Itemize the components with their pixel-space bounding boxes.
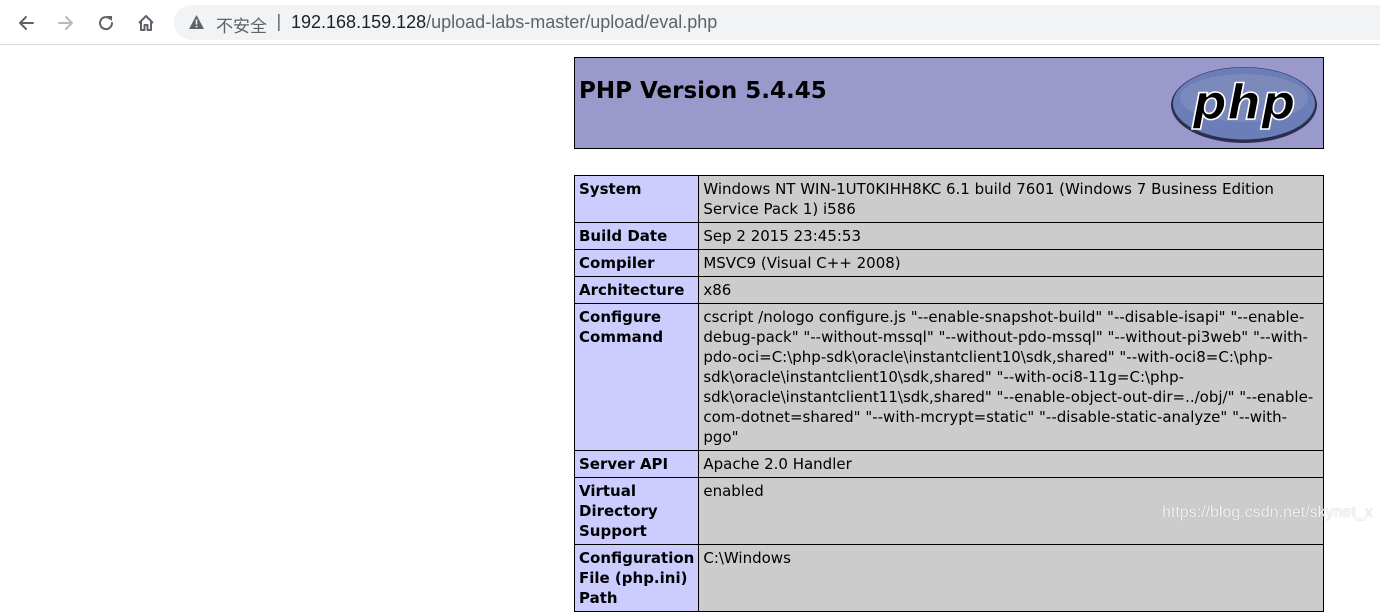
security-status-label[interactable]: 不安全: [216, 12, 267, 37]
url-host: 192.168.159.128: [291, 12, 427, 32]
home-icon: [138, 15, 154, 31]
row-value: C:\Windows: [698, 544, 1324, 612]
table-row: Compiler MSVC9 (Visual C++ 2008): [573, 249, 1324, 277]
row-key: Virtual Directory Support: [573, 477, 700, 545]
row-key: Build Date: [573, 222, 700, 250]
reload-icon: [99, 16, 114, 31]
reload-button[interactable]: [89, 6, 123, 40]
php-logo-text: php: [1192, 75, 1296, 131]
phpinfo-table: System Windows NT WIN-1UT0KIHH8KC 6.1 bu…: [573, 175, 1324, 612]
address-bar[interactable]: 不安全 | 192.168.159.128/upload-labs-master…: [174, 5, 1380, 40]
browser-toolbar: 不安全 | 192.168.159.128/upload-labs-master…: [0, 0, 1380, 45]
row-value: x86: [698, 276, 1324, 304]
row-value: cscript /nologo configure.js "--enable-s…: [698, 303, 1324, 451]
url-text[interactable]: 192.168.159.128/upload-labs-master/uploa…: [291, 12, 717, 33]
phpinfo-content: PHP Version 5.4.45 php System Windows NT…: [573, 57, 1324, 612]
table-row: Configure Command cscript /nologo config…: [573, 303, 1324, 451]
forward-arrow-icon: [58, 16, 73, 30]
warning-icon[interactable]: [188, 14, 205, 30]
phpinfo-header: PHP Version 5.4.45 php: [574, 57, 1324, 149]
table-row: Build Date Sep 2 2015 23:45:53: [573, 222, 1324, 250]
url-path: /upload-labs-master/upload/eval.php: [426, 12, 718, 32]
home-button[interactable]: [129, 6, 163, 40]
table-row: Configuration File (php.ini) Path C:\Win…: [573, 544, 1324, 612]
table-row: System Windows NT WIN-1UT0KIHH8KC 6.1 bu…: [573, 175, 1324, 223]
forward-button[interactable]: [49, 6, 83, 40]
row-key: Compiler: [573, 249, 700, 277]
table-row: Architecture x86: [573, 276, 1324, 304]
row-value: Sep 2 2015 23:45:53: [698, 222, 1324, 250]
row-value: Windows NT WIN-1UT0KIHH8KC 6.1 build 760…: [698, 175, 1324, 223]
table-row: Server API Apache 2.0 Handler: [573, 450, 1324, 478]
row-key: Architecture: [573, 276, 700, 304]
row-key: System: [573, 175, 700, 223]
back-arrow-icon: [19, 16, 34, 30]
php-logo[interactable]: php: [1169, 65, 1319, 145]
omnibox-separator: |: [276, 12, 282, 32]
row-value: MSVC9 (Visual C++ 2008): [698, 249, 1324, 277]
row-key: Configuration File (php.ini) Path: [573, 544, 700, 612]
watermark-text: https://blog.csdn.net/skynet_x: [1162, 504, 1373, 521]
row-key: Configure Command: [573, 303, 700, 451]
page-title: PHP Version 5.4.45: [579, 78, 827, 104]
back-button[interactable]: [9, 6, 43, 40]
row-key: Server API: [573, 450, 700, 478]
row-value: Apache 2.0 Handler: [698, 450, 1324, 478]
